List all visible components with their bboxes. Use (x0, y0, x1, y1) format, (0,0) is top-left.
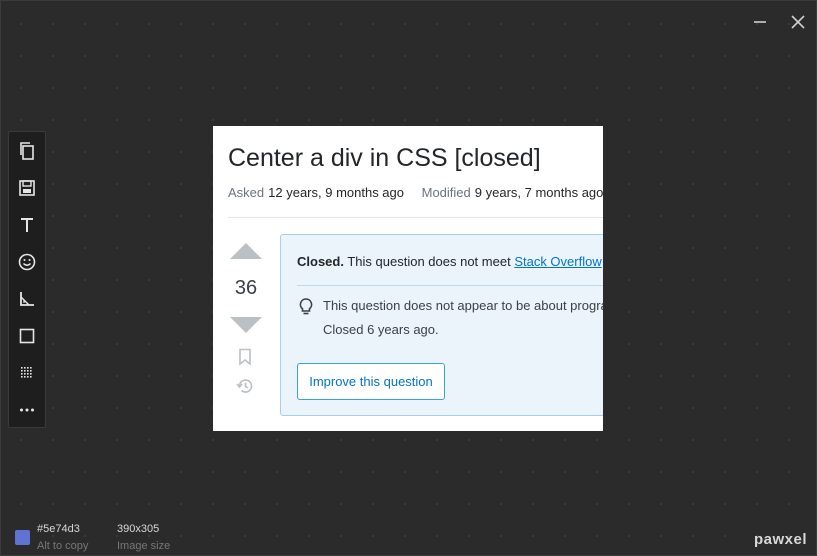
more-tool[interactable] (17, 400, 37, 420)
save-icon (19, 180, 35, 196)
copy-icon (20, 142, 34, 160)
color-swatch[interactable] (15, 530, 30, 545)
copy-tool[interactable] (17, 141, 37, 161)
rectangle-tool[interactable] (17, 326, 37, 346)
annotation-toolbar (8, 131, 46, 428)
asked-value: 12 years, 9 months ago (268, 185, 404, 200)
bookmark-button[interactable] (238, 348, 252, 366)
divider (228, 217, 603, 218)
history-icon (236, 379, 253, 393)
more-icon (20, 408, 34, 412)
image-size-value: 390x305 (117, 523, 160, 535)
pixel-grid-icon (21, 367, 32, 378)
history-button[interactable] (235, 376, 255, 396)
close-button[interactable] (787, 11, 809, 33)
color-copy-hint: Alt to copy (37, 540, 89, 552)
minimize-icon (754, 21, 766, 23)
text-icon (21, 218, 33, 232)
measure-tool[interactable] (17, 289, 37, 309)
modified-label: Modified (421, 185, 471, 200)
notice-divider (297, 285, 603, 286)
improve-question-button[interactable]: Improve this question (297, 363, 445, 400)
ruler-icon (20, 292, 34, 306)
modified-value: 9 years, 7 months ago (474, 185, 603, 200)
lightbulb-icon (297, 297, 315, 317)
color-hex: #5e74d3 (37, 523, 80, 535)
captured-screenshot[interactable]: Center a div in CSS [closed] Asked 12 yea… (213, 126, 603, 431)
save-tool[interactable] (17, 178, 37, 198)
pixelate-tool[interactable] (17, 363, 37, 383)
question-meta: Asked 12 years, 9 months ago Modified 9 ye… (228, 185, 603, 200)
closed-text: This question does not meet (347, 254, 511, 269)
closed-time: Closed 6 years ago. (323, 322, 439, 337)
question-title: Center a div in CSS [closed] (228, 144, 541, 172)
guidelines-link[interactable]: Stack Overflow (514, 254, 601, 269)
minimize-button[interactable] (749, 11, 771, 33)
text-tool[interactable] (17, 215, 37, 235)
rectangle-icon (19, 328, 35, 344)
emoji-tool[interactable] (17, 252, 37, 272)
closed-notice: Closed. This question does not meet Stac… (280, 234, 603, 416)
asked-label: Asked (228, 185, 265, 200)
image-size-label: Image size (117, 540, 171, 552)
close-reason: This question does not appear to be abou… (323, 298, 603, 313)
closed-notice-text: Closed. This question does not meet Stac… (297, 254, 602, 269)
closed-label: Closed. (297, 254, 344, 269)
vote-count: 36 (234, 277, 258, 299)
bookmark-icon (239, 348, 251, 366)
upvote-button[interactable] (230, 243, 262, 259)
smiley-icon (18, 253, 36, 271)
brand-logo: pawxel (754, 531, 808, 548)
downvote-button[interactable] (230, 317, 262, 333)
close-icon (791, 15, 805, 29)
